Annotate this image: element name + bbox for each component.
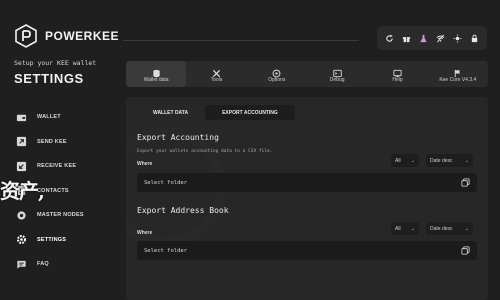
brightness-icon[interactable]: [453, 33, 462, 43]
subtab-wallet-data[interactable]: WALLET DATA: [136, 105, 205, 120]
chevron-down-icon: ⌄: [464, 157, 469, 164]
sidebar-item-label: FAQ: [37, 261, 49, 268]
tab-label: Debug: [329, 77, 345, 83]
tab-kee-core-version[interactable]: Kee Core V4.3.4: [428, 61, 488, 87]
sidebar-item-master-nodes[interactable]: MASTER NODES: [16, 203, 116, 228]
help-icon: [393, 65, 402, 78]
subtabs: WALLET DATA EXPORT ACCOUNTING: [136, 105, 295, 120]
tab-options[interactable]: Options: [247, 61, 307, 87]
sidebar-item-wallet[interactable]: WALLET: [16, 105, 116, 130]
terminal-icon: [332, 65, 342, 78]
app-window: POWERKEE Setup your KEE wallet SETTINGS …: [0, 0, 500, 300]
brand-logo[interactable]: POWERKEE: [14, 24, 119, 48]
receive-icon: [16, 161, 27, 172]
overlay-text: 资产,: [0, 179, 45, 203]
tab-label: Help: [392, 77, 403, 83]
filter-select[interactable]: All ⌄: [391, 154, 419, 167]
chevron-down-icon: ⌄: [410, 157, 415, 164]
chevron-down-icon: ⌄: [410, 225, 415, 232]
tab-help[interactable]: Help: [367, 61, 427, 87]
brand-name: POWERKEE: [45, 29, 120, 43]
send-icon: [16, 136, 27, 147]
copy-icon[interactable]: [461, 242, 470, 260]
filter-value: All: [395, 157, 401, 164]
filter-select[interactable]: All ⌄: [391, 222, 419, 235]
tab-tools[interactable]: Tools: [186, 61, 246, 87]
tab-label: Options: [268, 77, 286, 83]
sidebar-item-label: SEND KEE: [37, 138, 67, 145]
tools-icon: [212, 65, 221, 78]
powerkee-logo-icon: [15, 24, 37, 48]
export-accounting-section: Export Accounting Export your wallets ac…: [137, 133, 477, 195]
flask-icon[interactable]: [419, 34, 428, 43]
settings-panel: WALLET DATA EXPORT ACCOUNTING Export Acc…: [126, 97, 488, 300]
nodes-icon: [16, 210, 27, 221]
wallet-icon: [16, 112, 27, 123]
sort-select[interactable]: Date desc ⌄: [426, 222, 473, 235]
refresh-icon[interactable]: [385, 34, 394, 43]
sort-select[interactable]: Date desc ⌄: [426, 154, 473, 167]
settings-tabbar: Wallet data Tools Options Debug Help Kee…: [126, 61, 488, 87]
folder-placeholder: Select folder: [144, 247, 188, 254]
gear-icon: [16, 234, 27, 245]
folder-placeholder: Select folder: [144, 179, 188, 186]
folder-field[interactable]: Select folder: [137, 241, 477, 260]
sidebar-item-settings[interactable]: SETTINGS: [16, 228, 116, 253]
sidebar-item-send-kee[interactable]: SEND KEE: [16, 130, 116, 155]
tab-wallet-data[interactable]: Wallet data: [126, 61, 187, 87]
sidebar-item-label: MASTER NODES: [37, 212, 84, 219]
subtab-export-accounting[interactable]: EXPORT ACCOUNTING: [205, 105, 295, 120]
where-label: Where: [137, 230, 153, 236]
gift-icon[interactable]: [402, 34, 411, 43]
tab-label: Wallet data: [143, 77, 169, 83]
sidebar-item-label: WALLET: [37, 114, 61, 121]
section-title: Export Accounting: [137, 133, 219, 142]
tab-label: Kee Core V4.3.4: [439, 77, 477, 83]
top-controls: [377, 26, 487, 50]
section-description: Export your wallets accounting data to a…: [137, 149, 273, 154]
copy-icon[interactable]: [461, 174, 470, 192]
chevron-down-icon: ⌄: [464, 225, 469, 232]
folder-field[interactable]: Select folder: [137, 173, 477, 192]
filter-value: All: [395, 225, 401, 232]
export-address-book-section: Export Address Book Where All ⌄ Date des…: [137, 206, 477, 266]
sidebar-item-label: SETTINGS: [37, 236, 67, 243]
sidebar-item-faq[interactable]: FAQ: [16, 252, 116, 277]
flag-icon: [453, 65, 462, 78]
page-title: SETTINGS: [14, 71, 84, 86]
options-icon: [272, 65, 281, 78]
sort-value: Date desc: [430, 225, 453, 232]
lock-icon[interactable]: [470, 34, 479, 43]
where-label: Where: [137, 161, 153, 167]
page-subtitle: Setup your KEE wallet: [14, 59, 97, 67]
broadcast-off-icon[interactable]: [436, 34, 445, 43]
sidebar: POWERKEE Setup your KEE wallet SETTINGS …: [0, 0, 122, 300]
sort-value: Date desc: [430, 157, 453, 164]
sidebar-item-label: RECEIVE KEE: [37, 163, 77, 170]
database-icon: [152, 65, 161, 78]
chat-icon: [16, 259, 27, 270]
section-title: Export Address Book: [137, 206, 229, 215]
tab-label: Tools: [210, 77, 223, 83]
header-divider: [123, 40, 359, 41]
tab-debug[interactable]: Debug: [307, 61, 367, 87]
